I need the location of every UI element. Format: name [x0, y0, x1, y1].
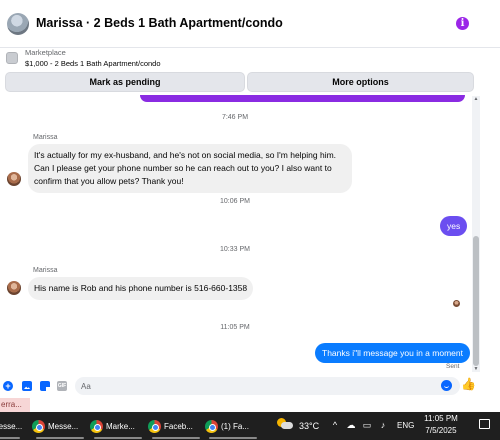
- timestamp: 11:05 PM: [220, 324, 250, 331]
- tray-chevron-icon[interactable]: ^: [331, 419, 339, 431]
- taskbar-app-label: (1) Fa...: [221, 421, 250, 431]
- temperature[interactable]: 33°C: [299, 421, 319, 431]
- onedrive-icon[interactable]: ☁: [346, 419, 356, 431]
- messenger-window: Marissa · 2 Beds 1 Bath Apartment/condo …: [0, 0, 500, 440]
- sender-name: Marissa: [33, 267, 58, 274]
- info-icon[interactable]: i: [456, 17, 469, 30]
- chrome-icon: [148, 419, 161, 433]
- taskbar-app-label: Messe...: [48, 421, 79, 431]
- clock-time[interactable]: 11:05 PM: [418, 414, 464, 423]
- photo-icon[interactable]: [22, 381, 32, 391]
- notification-toast[interactable]: erra...: [0, 398, 30, 412]
- chrome-icon: [32, 419, 45, 433]
- outgoing-message: yes: [440, 216, 468, 236]
- sender-avatar[interactable]: [7, 281, 21, 295]
- weather-icon[interactable]: [277, 418, 293, 430]
- timestamp: 7:46 PM: [221, 114, 249, 121]
- sender-avatar[interactable]: [7, 172, 21, 186]
- contact-avatar[interactable]: [7, 13, 29, 35]
- scrollbar-thumb[interactable]: [473, 236, 479, 366]
- taskbar-app-label: Marke...: [106, 421, 135, 431]
- seen-avatar: [453, 300, 460, 307]
- taskbar-app-label: Faceb...: [164, 421, 193, 431]
- sticker-icon[interactable]: [40, 381, 50, 391]
- incoming-message: It's actually for my ex-husband, and he'…: [28, 144, 352, 193]
- scroll-up-icon[interactable]: ▲: [473, 96, 479, 102]
- taskbar-app-messenger[interactable]: Messe...: [0, 413, 24, 439]
- listing-title[interactable]: $1,000 - 2 Beds 1 Bath Apartment/condo: [25, 59, 161, 68]
- notification-center-icon[interactable]: [479, 419, 490, 429]
- taskbar-app-facebook-2[interactable]: (1) Fa...: [205, 413, 261, 439]
- taskbar-app-label: Messe...: [0, 421, 23, 431]
- network-icon[interactable]: ▭: [362, 419, 372, 431]
- taskbar-app-marketplace-2[interactable]: Marke...: [90, 413, 146, 439]
- previous-message-bubble: [140, 95, 465, 102]
- incoming-message: His name is Rob and his phone number is …: [28, 277, 254, 300]
- language-indicator[interactable]: ENG: [397, 421, 414, 430]
- plus-icon[interactable]: +: [3, 381, 13, 391]
- timestamp: 10:06 PM: [220, 198, 250, 205]
- taskbar-app-facebook[interactable]: Faceb...: [148, 413, 204, 439]
- chrome-icon: [205, 419, 218, 433]
- gif-icon[interactable]: GIF: [57, 381, 67, 391]
- sender-name: Marissa: [33, 134, 58, 141]
- scroll-down-icon[interactable]: ▼: [473, 366, 479, 372]
- mark-as-pending-button[interactable]: Mark as pending: [5, 72, 245, 92]
- chat-title[interactable]: Marissa · 2 Beds 1 Bath Apartment/condo: [36, 16, 283, 30]
- volume-icon[interactable]: ♪: [378, 419, 388, 431]
- chrome-icon: [90, 419, 103, 433]
- message-input[interactable]: [75, 377, 460, 395]
- marketplace-label: Marketplace: [25, 48, 66, 57]
- sent-status: Sent: [446, 363, 460, 370]
- clock-date[interactable]: 7/5/2025: [418, 426, 464, 435]
- more-options-button[interactable]: More options: [247, 72, 474, 92]
- thumbs-up-icon[interactable]: 👍: [461, 378, 476, 391]
- outgoing-message: Thanks i"ll message you in a moment: [315, 343, 470, 363]
- taskbar-app-marketplace[interactable]: Messe...: [32, 413, 88, 439]
- timestamp: 10:33 PM: [220, 246, 250, 253]
- emoji-icon[interactable]: [441, 380, 452, 391]
- listing-thumbnail[interactable]: [6, 52, 18, 64]
